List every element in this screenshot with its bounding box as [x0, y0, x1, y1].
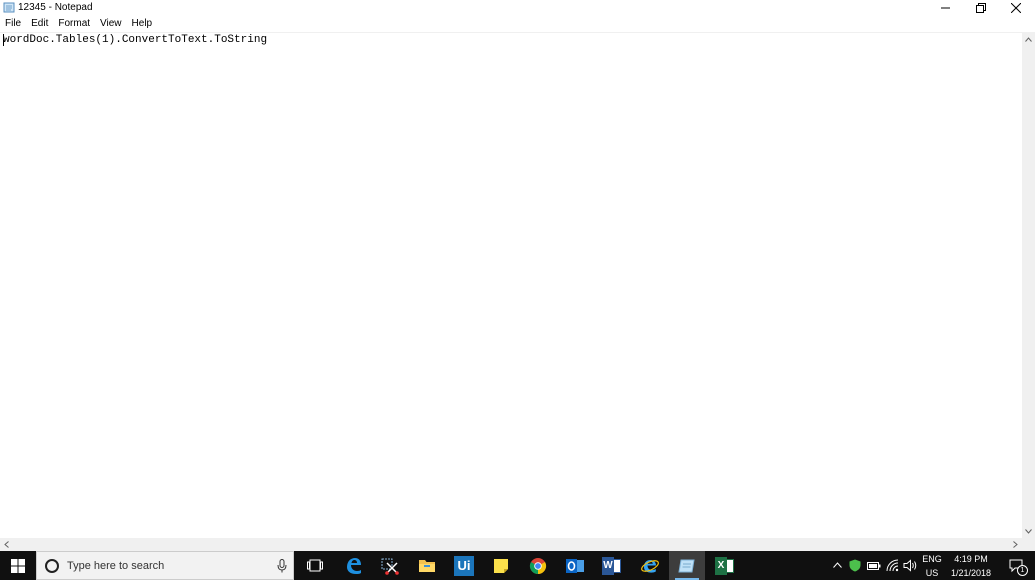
action-center-button[interactable]: 1 [999, 551, 1035, 580]
edge-icon [347, 557, 361, 574]
excel-button[interactable]: X [707, 551, 743, 580]
volume-speaker-icon[interactable] [903, 559, 917, 572]
uipath-icon: Ui [454, 555, 474, 576]
show-hidden-icons-chevron-up-icon[interactable] [833, 562, 842, 568]
notepad-icon [678, 559, 695, 572]
file-explorer-button[interactable] [409, 551, 445, 580]
search-placeholder: Type here to search [67, 560, 165, 572]
microphone-icon[interactable] [277, 559, 287, 573]
scroll-right-button[interactable] [1009, 538, 1022, 551]
sticky-notes-icon [494, 558, 508, 573]
scroll-left-button[interactable] [0, 538, 13, 551]
excel-icon: X [715, 556, 735, 575]
clock-time: 4:19 PM [954, 554, 988, 564]
uipath-button[interactable]: Ui [446, 551, 482, 580]
snipping-tool-icon [381, 558, 399, 575]
start-button[interactable] [0, 551, 36, 580]
word-button[interactable]: W [594, 551, 630, 580]
menu-help[interactable]: Help [127, 16, 158, 32]
restore-icon [976, 3, 986, 13]
internet-explorer-icon [641, 559, 659, 573]
security-shield-icon[interactable] [849, 559, 861, 572]
task-view-button[interactable] [297, 551, 333, 580]
text-caret [3, 34, 4, 46]
chevron-up-icon [1025, 37, 1032, 42]
chevron-left-icon [4, 541, 9, 548]
editor-content[interactable]: wordDoc.Tables(1).ConvertToText.ToString [3, 34, 267, 47]
notepad-button[interactable] [669, 551, 705, 580]
cortana-icon [45, 559, 59, 573]
menu-file[interactable]: File [0, 16, 26, 32]
notification-count: 1 [1020, 567, 1025, 574]
menu-bar: File Edit Format View Help [0, 16, 1035, 32]
text-editor[interactable]: wordDoc.Tables(1).ConvertToText.ToString [0, 33, 1022, 538]
battery-power-icon[interactable] [867, 560, 881, 571]
wifi-icon[interactable] [886, 559, 899, 572]
chevron-right-icon [1013, 541, 1018, 548]
language-indicator[interactable]: ENG US [920, 554, 944, 579]
minimize-button[interactable] [929, 0, 963, 16]
menu-edit[interactable]: Edit [26, 16, 53, 32]
uipath-icon-label: Ui [457, 557, 471, 573]
region-code: US [925, 568, 939, 578]
notepad-app-icon [3, 2, 15, 13]
title-bar[interactable]: 12345 - Notepad [0, 0, 1035, 16]
outlook-button[interactable] [557, 551, 593, 580]
clock[interactable]: 4:19 PM 1/21/2018 [947, 554, 995, 579]
language-code: ENG [922, 554, 942, 564]
chevron-down-icon [1025, 529, 1032, 534]
word-icon: W [602, 556, 622, 575]
chrome-button[interactable] [520, 551, 556, 580]
internet-explorer-button[interactable] [632, 551, 668, 580]
task-view-icon [307, 559, 323, 572]
edge-button[interactable] [336, 551, 372, 580]
taskbar: Type here to search Ui W X ENG US 4:19 P… [0, 551, 1035, 580]
chrome-icon [529, 557, 547, 574]
menu-format[interactable]: Format [53, 16, 95, 32]
close-icon [1011, 3, 1021, 13]
outlook-icon [566, 558, 584, 573]
sticky-notes-button[interactable] [483, 551, 519, 580]
notification-count-badge: 1 [1017, 565, 1028, 576]
scroll-down-button[interactable] [1022, 525, 1035, 538]
word-icon-label: W [603, 559, 613, 571]
file-explorer-icon [419, 560, 435, 572]
window-title: 12345 - Notepad [18, 2, 93, 13]
menu-view[interactable]: View [95, 16, 127, 32]
clock-date: 1/21/2018 [950, 568, 992, 578]
minimize-icon [941, 7, 950, 9]
close-button[interactable] [999, 0, 1033, 16]
excel-icon-label: X [717, 559, 725, 571]
restore-button[interactable] [964, 0, 998, 16]
horizontal-scrollbar[interactable] [0, 538, 1022, 551]
taskbar-search-box[interactable]: Type here to search [36, 551, 294, 580]
windows-logo-icon [11, 558, 25, 573]
snipping-tool-button[interactable] [372, 551, 408, 580]
scrollbar-corner [1022, 538, 1035, 551]
vertical-scrollbar[interactable] [1022, 33, 1035, 538]
scroll-up-button[interactable] [1022, 33, 1035, 46]
